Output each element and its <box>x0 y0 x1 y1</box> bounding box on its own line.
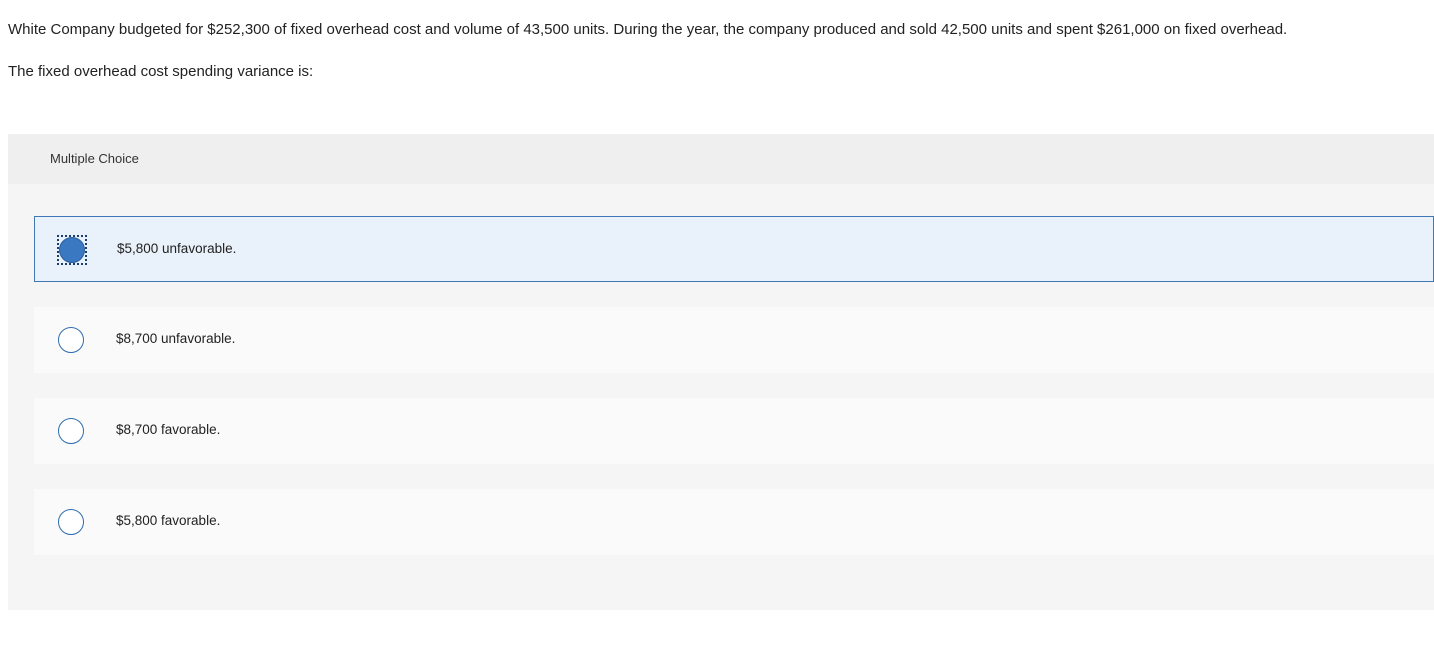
radio-button-icon[interactable] <box>58 509 84 535</box>
choice-label: $5,800 unfavorable. <box>117 241 237 256</box>
multiple-choice-header-label: Multiple Choice <box>50 151 139 166</box>
choice-option-4[interactable]: $5,800 favorable. <box>34 489 1434 555</box>
choice-option-2[interactable]: $8,700 unfavorable. <box>34 307 1434 373</box>
choice-label: $8,700 favorable. <box>116 422 221 437</box>
radio-wrap <box>56 325 86 355</box>
multiple-choice-header: Multiple Choice <box>8 134 1434 184</box>
choice-label: $8,700 unfavorable. <box>116 331 236 346</box>
choice-label: $5,800 favorable. <box>116 513 221 528</box>
radio-wrap <box>56 507 86 537</box>
multiple-choice-panel: Multiple Choice $5,800 unfavorable. $8,7… <box>8 134 1434 610</box>
radio-wrap <box>56 416 86 446</box>
radio-focus-outline <box>57 235 87 265</box>
radio-button-icon[interactable] <box>58 418 84 444</box>
radio-button-icon[interactable] <box>58 327 84 353</box>
question-text: White Company budgeted for $252,300 of f… <box>8 21 1288 38</box>
choice-option-3[interactable]: $8,700 favorable. <box>34 398 1434 464</box>
radio-button-selected-icon[interactable] <box>59 237 85 263</box>
choice-option-1[interactable]: $5,800 unfavorable. <box>34 216 1434 282</box>
question-prompt: The fixed overhead cost spending varianc… <box>8 63 314 80</box>
